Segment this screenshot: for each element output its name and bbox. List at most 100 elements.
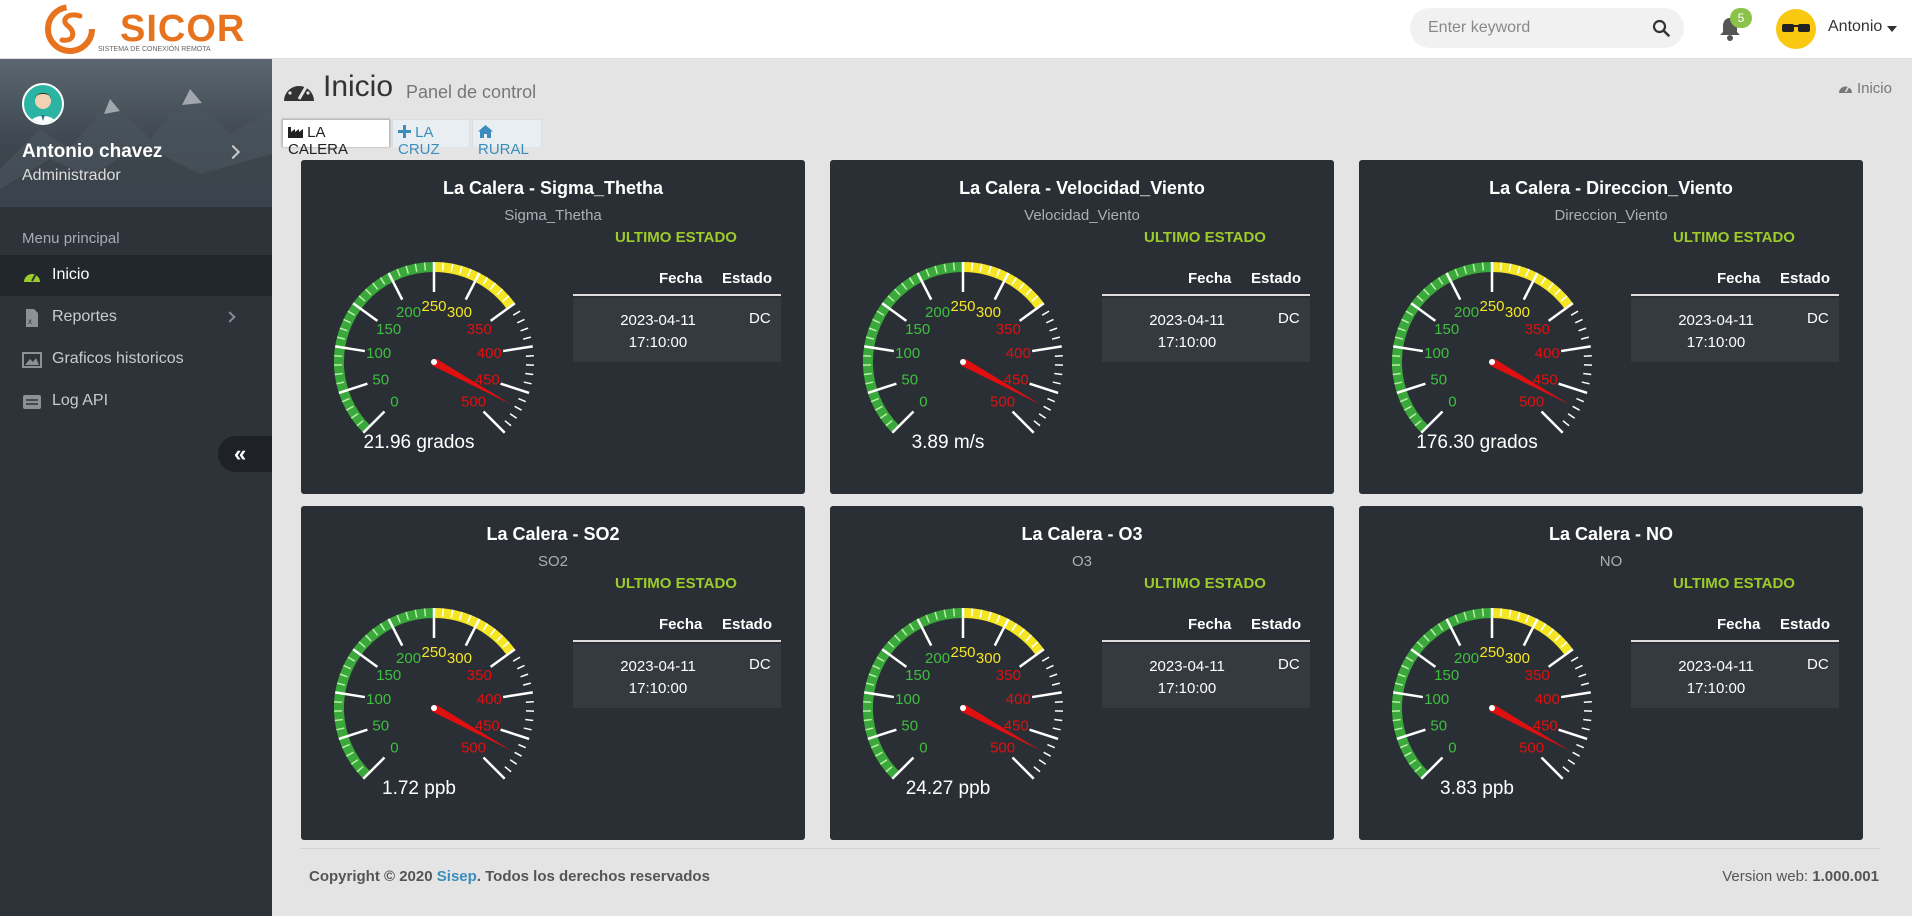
- gauge-major-tick: [1011, 756, 1035, 780]
- table-header: Fecha Estado: [1102, 606, 1310, 642]
- gauge-tick-label: 0: [390, 740, 398, 757]
- gauge-tick-label: 500: [990, 740, 1015, 757]
- table-header: Fecha Estado: [573, 260, 781, 296]
- gauge-minor-tick: [518, 743, 527, 749]
- tab-la-cruz[interactable]: LA CRUZ: [392, 119, 470, 158]
- sensor-card: La Calera - Sigma_Thetha Sigma_Thetha ULTI…: [301, 160, 805, 494]
- breadcrumb[interactable]: Inicio: [1838, 80, 1892, 97]
- gauge-chart: 050100150200 250 3003504004505003.89 m/s: [863, 262, 1063, 453]
- gauge-minor-tick: [970, 608, 974, 617]
- gauge-minor-tick: [863, 718, 872, 722]
- user-avatar[interactable]: [1776, 9, 1816, 49]
- cell-fecha: 2023-04-11 17:10:00: [620, 312, 696, 351]
- card-title: La Calera - Sigma_Thetha: [442, 178, 664, 198]
- gauge-value-label: 21.96 grados: [364, 432, 475, 453]
- gauge-minor-tick: [525, 354, 534, 357]
- gauge-minor-tick: [334, 718, 343, 722]
- table-row: 2023-04-11 17:10:00 DC: [1102, 644, 1310, 708]
- gauge-major-tick: [502, 691, 533, 699]
- gauge-tick-label: 500: [1519, 740, 1544, 757]
- gauge-tick-label: 100: [895, 345, 920, 362]
- column-header-estado: Estado: [722, 270, 773, 287]
- gauge-major-tick: [482, 410, 506, 434]
- gauge-minor-tick: [1576, 743, 1585, 749]
- gauge-major-tick: [489, 302, 516, 322]
- user-profile-panel[interactable]: Antonio chavez Administrador: [0, 59, 272, 207]
- gauge-minor-tick: [441, 262, 445, 271]
- gauge-major-tick: [1547, 648, 1574, 668]
- search-input[interactable]: [1428, 8, 1638, 48]
- gauge-tick-label: 250: [1479, 298, 1504, 315]
- sensor-card: La Calera - Direccion_Viento Direccion_Vi…: [1359, 160, 1863, 494]
- gauge-minor-tick: [1051, 682, 1061, 686]
- top-header: SICOR SISTEMA DE CONEXIÓN REMOTA 5 Anton…: [0, 0, 1912, 59]
- gauge-tick-label: 100: [895, 691, 920, 708]
- gauge-major-tick: [500, 728, 530, 741]
- sensor-card: La Calera - SO2 SO2 ULTIMO ESTADO Fecha Esta…: [301, 506, 805, 840]
- gauge-tick-label: 400: [477, 691, 502, 708]
- gauge-tick-label: 50: [372, 717, 389, 734]
- card-subtitle: NO: [1599, 553, 1623, 570]
- gauge-tick-label: 100: [366, 691, 391, 708]
- tab-rural[interactable]: RURAL: [472, 119, 542, 158]
- table-header: Fecha Estado: [1631, 606, 1839, 642]
- dashboard-icon: [1838, 86, 1852, 93]
- user-menu-name[interactable]: Antonio: [1828, 18, 1882, 36]
- gauge-tick-label: 50: [901, 371, 918, 388]
- cell-fecha: 2023-04-11 17:10:00: [1149, 658, 1225, 697]
- sicor-logo[interactable]: SICOR SISTEMA DE CONEXIÓN REMOTA: [44, 2, 244, 56]
- gauge-minor-tick: [525, 372, 534, 376]
- image-icon: [22, 352, 42, 368]
- gauge-tick-label: 200: [1454, 650, 1479, 667]
- gauge-minor-tick: [522, 336, 532, 340]
- gauge-minor-tick: [863, 700, 872, 703]
- card-title: La Calera - Direccion_Viento: [1489, 178, 1733, 198]
- gauge-value-label: 24.27 ppb: [906, 778, 991, 799]
- gauge-minor-tick: [1567, 413, 1576, 419]
- gauge-tick-label: 0: [919, 394, 927, 411]
- gauge-major-tick: [1540, 756, 1564, 780]
- sidebar-item-inicio[interactable]: Inicio: [0, 255, 272, 296]
- caret-down-icon[interactable]: [1887, 26, 1897, 32]
- gauge-minor-tick: [1570, 310, 1579, 316]
- gauge-major-tick: [1558, 382, 1588, 395]
- gauge-minor-tick: [334, 354, 343, 357]
- gauge-value-label: 3.89 m/s: [912, 432, 985, 453]
- gauge-tick-label: 300: [1505, 304, 1530, 321]
- gauge-tick-label: 100: [366, 345, 391, 362]
- gauge-tick-label: 200: [396, 650, 421, 667]
- cell-fecha: 2023-04-11 17:10:00: [620, 658, 696, 697]
- column-header-estado: Estado: [1251, 616, 1302, 633]
- gauge-major-tick: [489, 648, 516, 668]
- sidebar-item-reportes[interactable]: x Reportes: [0, 297, 272, 338]
- gauge-tick-label: 400: [1535, 345, 1560, 362]
- sensor-card: La Calera - NO NO ULTIMO ESTADO Fecha Estado…: [1359, 506, 1863, 840]
- column-header-fecha: Fecha: [1188, 616, 1232, 633]
- sidebar-item-graficos[interactable]: Graficos historicos: [0, 339, 272, 380]
- gauge-chart: 050100150200 250 3003504004505001.72 ppb: [334, 608, 534, 799]
- svg-text:x: x: [28, 317, 32, 326]
- status-heading: ULTIMO ESTADO: [1144, 229, 1266, 246]
- column-header-estado: Estado: [1251, 270, 1302, 287]
- gauge-pivot: [960, 705, 966, 711]
- gauge-pivot: [960, 359, 966, 365]
- profile-role: Administrador: [22, 167, 121, 184]
- gauge-minor-tick: [1043, 405, 1051, 411]
- tab-la-calera[interactable]: LA CALERA: [282, 119, 390, 158]
- gauge-minor-tick: [1041, 656, 1050, 662]
- sidebar-item-log-api[interactable]: Log API: [0, 381, 272, 422]
- gauge-tick-label: 250: [1479, 644, 1504, 661]
- gauge-minor-tick: [518, 397, 527, 403]
- sidebar-item-label: Reportes: [52, 308, 117, 325]
- status-table: Fecha Estado 2023-04-11 17:10:00 DC: [573, 606, 781, 708]
- gauge-minor-tick: [1572, 751, 1580, 757]
- gauge-minor-tick: [1570, 656, 1579, 662]
- column-header-fecha: Fecha: [1188, 270, 1232, 287]
- gauge-tick-label: 150: [1434, 667, 1459, 684]
- table-header: Fecha Estado: [1631, 260, 1839, 296]
- column-header-fecha: Fecha: [1717, 270, 1761, 287]
- gauge-tick-label: 500: [1519, 394, 1544, 411]
- company-link[interactable]: Sisep: [437, 868, 477, 885]
- search-icon[interactable]: [1652, 19, 1670, 37]
- sidebar-collapse-button[interactable]: «: [218, 436, 272, 472]
